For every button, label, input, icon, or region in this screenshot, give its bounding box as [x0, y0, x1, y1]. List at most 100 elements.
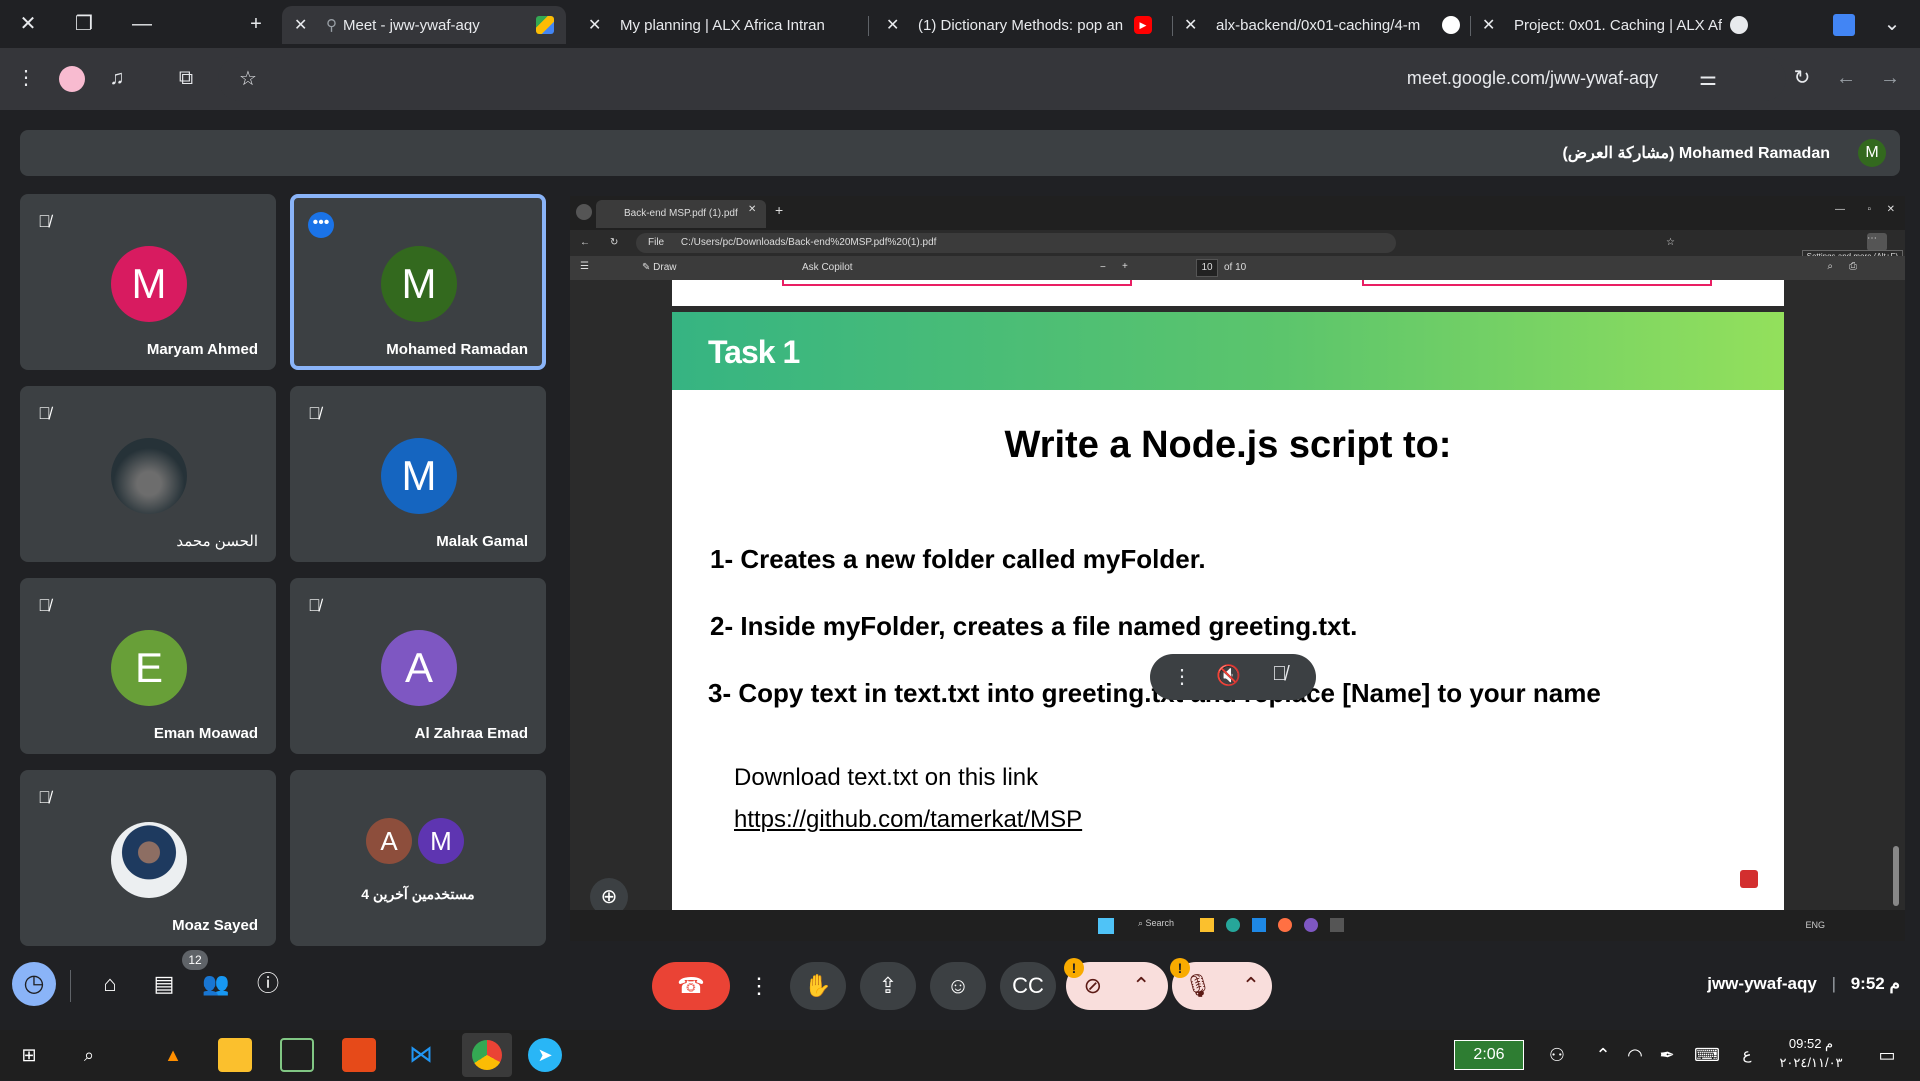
new-tab-icon[interactable]: +: [775, 202, 783, 218]
settings-more-icon[interactable]: ⋯: [1867, 233, 1887, 251]
participant-tile[interactable]: 🎙̸ Moaz Sayed: [20, 770, 276, 946]
chrome-icon[interactable]: [462, 1033, 512, 1077]
hand-icon: ✋: [804, 973, 832, 998]
system-clock[interactable]: 09:52 م ٢٠٢٤/١١/٠٣: [1770, 1036, 1852, 1071]
reactions-button[interactable]: ☺: [930, 962, 986, 1010]
chevron-up-icon[interactable]: ⌃: [1132, 973, 1150, 998]
tab-search-chevron-icon[interactable]: ⌄: [1874, 8, 1910, 40]
tab-project[interactable]: ✕ Project: 0x01. Caching | ALX Afr: [1470, 6, 1760, 44]
task-banner: Task 1: [672, 312, 1784, 390]
draw-button[interactable]: ✎ Draw: [642, 262, 677, 273]
minimize-window-icon[interactable]: —: [122, 8, 162, 40]
telegram-icon[interactable]: ➤: [528, 1038, 562, 1072]
file-explorer-icon[interactable]: [218, 1038, 252, 1072]
captions-button[interactable]: CC: [1000, 962, 1056, 1010]
close-tab-icon[interactable]: ✕: [294, 15, 314, 35]
menu-dots-icon[interactable]: ⋮: [10, 62, 42, 94]
audio-off-icon[interactable]: 🔇: [1216, 663, 1241, 688]
minimize-icon[interactable]: —: [1835, 204, 1845, 215]
step-1: 1- Creates a new folder called myFolder.: [710, 544, 1206, 574]
back-icon[interactable]: ←: [1830, 62, 1862, 94]
media-control-icon[interactable]: ♫: [101, 62, 133, 94]
page-number-input[interactable]: 10: [1196, 259, 1218, 277]
restore-window-icon[interactable]: ❐: [64, 8, 104, 40]
search-icon[interactable]: ⌕: [1827, 261, 1833, 272]
address-bar[interactable]: ☆ meet.google.com/jww-ywaf-aqy ⚌: [218, 57, 1786, 101]
mic-off-icon: 🎙̸: [38, 404, 51, 423]
close-tab-icon[interactable]: ✕: [588, 15, 608, 35]
print-icon[interactable]: ⎙: [1849, 261, 1857, 272]
pen-icon[interactable]: ✒: [1650, 1038, 1684, 1072]
more-options-icon[interactable]: ⋮: [1172, 664, 1192, 689]
maximize-icon[interactable]: ▫: [1867, 204, 1871, 215]
google-translate-icon[interactable]: [1826, 8, 1862, 40]
timer-widget[interactable]: 2:06: [1454, 1040, 1524, 1070]
edge-address-bar[interactable]: ← ↻ File C:/Users/pc/Downloads/Back-end%…: [570, 230, 1905, 263]
wifi-icon[interactable]: ◠: [1618, 1038, 1652, 1072]
site-settings-icon[interactable]: ⚌: [1692, 63, 1724, 95]
participant-tile[interactable]: 🎙̸ E Eman Moawad: [20, 578, 276, 754]
edge-tab[interactable]: Back-end MSP.pdf (1).pdf: [596, 200, 766, 228]
pdf-scrollbar[interactable]: [1893, 286, 1899, 906]
meeting-info-icon[interactable]: ⓘ: [250, 966, 286, 1002]
acrobat-icon[interactable]: [1740, 870, 1758, 888]
vscode-icon[interactable]: ⋈: [404, 1038, 438, 1072]
more-options-icon[interactable]: •••: [308, 212, 334, 238]
toc-icon[interactable]: ☰: [580, 261, 589, 272]
search-icon[interactable]: ⌕: [72, 1038, 106, 1072]
vlc-icon[interactable]: ▲: [156, 1038, 190, 1072]
close-window-icon[interactable]: ✕: [1887, 204, 1895, 215]
mic-off-icon[interactable]: 🎙̸: [1272, 663, 1287, 686]
ubuntu-icon[interactable]: [342, 1038, 376, 1072]
participant-tile[interactable]: 🎙̸ الحسن محمد: [20, 386, 276, 562]
close-window-icon[interactable]: ✕: [8, 8, 48, 40]
favorites-icon[interactable]: ☆: [1666, 237, 1675, 248]
chat-icon[interactable]: ▤: [146, 966, 182, 1002]
zoom-in-icon[interactable]: +: [1122, 261, 1128, 272]
extensions-icon[interactable]: ⧉: [170, 62, 202, 94]
participant-tile[interactable]: 🎙̸ M Maryam Ahmed: [20, 194, 276, 370]
close-tab-icon[interactable]: ✕: [748, 204, 756, 215]
download-link[interactable]: https://github.com/tamerkat/MSP: [734, 806, 1082, 834]
raise-hand-button[interactable]: ✋: [790, 962, 846, 1010]
terminal-icon: [1330, 918, 1344, 932]
participant-tile[interactable]: 🎙̸ M Malak Gamal: [290, 386, 546, 562]
participant-tile[interactable]: ••• M Mohamed Ramadan: [290, 194, 546, 370]
present-button[interactable]: ⇪: [860, 962, 916, 1010]
app-icon[interactable]: [280, 1038, 314, 1072]
accessibility-icon[interactable]: ⚇: [1540, 1038, 1574, 1072]
forward-icon[interactable]: →: [1874, 62, 1906, 94]
chevron-up-icon[interactable]: ⌃: [1242, 973, 1260, 998]
reload-icon[interactable]: ↻: [610, 237, 618, 248]
input-language[interactable]: ع: [1730, 1038, 1764, 1072]
tab-github[interactable]: ✕ alx-backend/0x01-caching/4-m: [1172, 6, 1472, 44]
participant-tile[interactable]: 🎙̸ A Al Zahraa Emad: [290, 578, 546, 754]
notifications-icon[interactable]: ▭: [1870, 1038, 1904, 1072]
profile-icon[interactable]: [56, 62, 88, 94]
tab-meet[interactable]: ✕ ⚲ Meet - jww-ywaf-aqy: [282, 6, 566, 44]
new-tab-icon[interactable]: +: [236, 8, 276, 40]
windows-start-icon[interactable]: ⊞: [12, 1038, 46, 1072]
close-tab-icon[interactable]: ✕: [1482, 15, 1502, 35]
tab-planning[interactable]: ✕ My planning | ALX Africa Intran: [576, 6, 856, 44]
avatar: E: [111, 630, 187, 706]
back-icon[interactable]: ←: [580, 237, 590, 248]
people-icon[interactable]: 👥: [198, 966, 234, 1002]
tab-youtube[interactable]: ✕ (1) Dictionary Methods: pop an ▶: [874, 6, 1164, 44]
others-tile[interactable]: A M 4 مستخدمين آخرين: [290, 770, 546, 946]
close-tab-icon[interactable]: ✕: [1184, 15, 1204, 35]
zoom-out-icon[interactable]: −: [1100, 262, 1106, 273]
close-tab-icon[interactable]: ✕: [886, 15, 906, 35]
reload-icon[interactable]: ↻: [1786, 62, 1818, 94]
leave-call-button[interactable]: ☎: [652, 962, 730, 1010]
activities-icon[interactable]: ⌂: [92, 966, 128, 1002]
participant-name: Mohamed Ramadan: [386, 341, 528, 358]
more-options-button[interactable]: ⋮: [742, 962, 776, 1010]
avatar: M: [381, 246, 457, 322]
activities-clock-icon[interactable]: ◷: [12, 962, 56, 1006]
show-hidden-icons-chevron[interactable]: ⌃: [1586, 1038, 1620, 1072]
bookmark-star-icon[interactable]: ☆: [232, 63, 264, 95]
edge-url-field[interactable]: File C:/Users/pc/Downloads/Back-end%20MS…: [636, 233, 1396, 253]
keyboard-icon[interactable]: ⌨: [1690, 1038, 1724, 1072]
copilot-button[interactable]: Ask Copilot: [802, 262, 853, 273]
